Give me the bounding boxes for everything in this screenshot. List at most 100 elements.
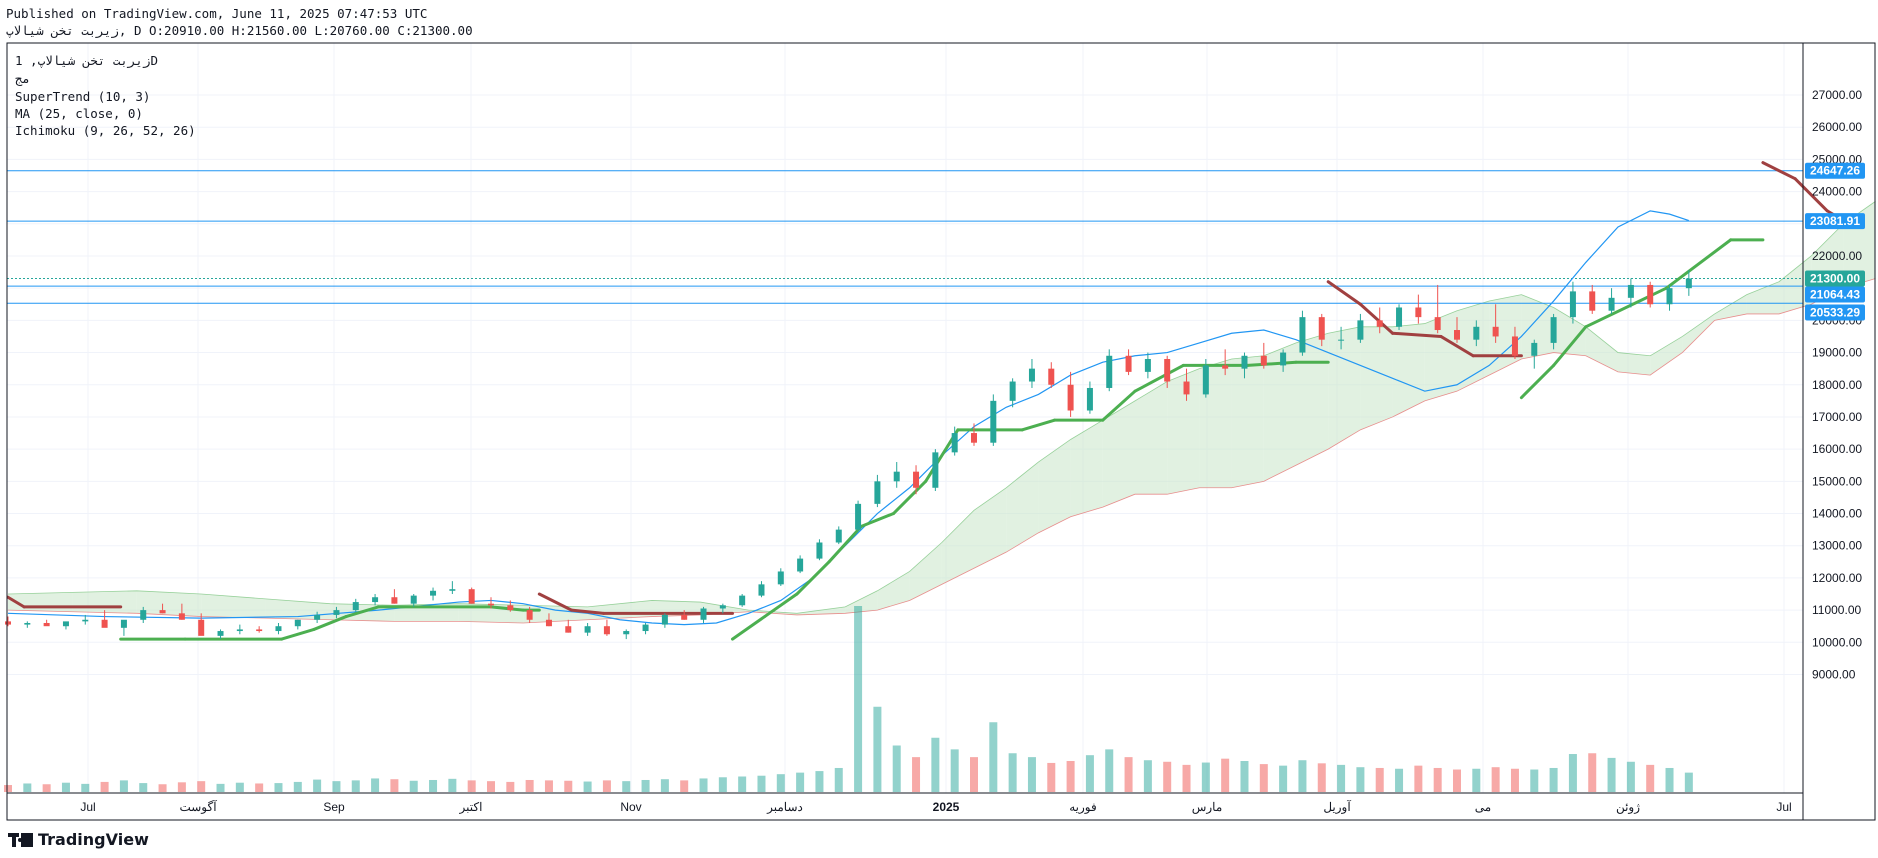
candle: [1125, 349, 1132, 376]
candle: [120, 619, 127, 636]
candle-body: [430, 590, 437, 596]
candle-body: [700, 608, 707, 620]
y-tick-label: 13000.00: [1812, 539, 1862, 553]
candle-body: [1164, 358, 1171, 382]
y-tick-label: 12000.00: [1812, 571, 1862, 585]
candle-body: [449, 589, 456, 591]
legend-supertrend[interactable]: SuperTrend (10, 3): [15, 89, 150, 104]
kumo-segment: [1328, 326, 1361, 450]
candle: [294, 619, 301, 630]
candle-body: [893, 471, 900, 482]
volume-bar: [429, 779, 438, 792]
volume-bar: [583, 781, 592, 792]
candle-body: [855, 503, 862, 530]
y-tick-label: 27000.00: [1812, 88, 1862, 102]
volume-bar: [525, 779, 534, 792]
candle-body: [526, 610, 533, 620]
candle: [603, 619, 610, 636]
legend-ma[interactable]: MA (25, close, 0): [15, 106, 143, 121]
volume-bar: [1337, 764, 1346, 792]
candle-body: [565, 626, 572, 633]
volume-bar: [1588, 753, 1597, 792]
kumo-segment: [1424, 310, 1457, 401]
volume-bar: [544, 780, 553, 792]
price-tag: 21064.43: [1805, 286, 1865, 303]
volume-bar: [1375, 767, 1384, 792]
volume-bar: [197, 781, 206, 792]
candle-body: [372, 597, 379, 603]
volume-bar: [1530, 769, 1539, 792]
volume-bar: [1510, 768, 1519, 792]
candle-body: [1338, 339, 1345, 341]
price-tag-text: 20533.29: [1810, 306, 1860, 320]
candle-body: [1067, 384, 1074, 411]
candle-body: [1357, 320, 1364, 340]
candle-body: [1299, 317, 1306, 353]
ichimoku-cloud: [7, 200, 1876, 624]
candle-body: [739, 595, 746, 606]
candle-body: [352, 602, 359, 611]
volume-bar: [892, 745, 901, 792]
supertrend-segment: [1519, 363, 1556, 400]
candle: [1144, 352, 1151, 379]
kumo-segment: [1360, 326, 1393, 430]
candle-body: [1415, 307, 1422, 318]
candle: [584, 622, 591, 636]
volume-bar: [699, 778, 708, 792]
candle-body: [1009, 381, 1016, 401]
volume-bar: [390, 779, 399, 792]
volume-bar: [255, 783, 264, 792]
volume-bar: [293, 781, 302, 792]
price-tag: 20533.29: [1805, 304, 1865, 321]
volume-bar: [351, 780, 360, 792]
candle-body: [410, 595, 417, 604]
candle-body: [874, 481, 881, 504]
candles: [5, 270, 1692, 640]
volume-bar: [1626, 761, 1635, 792]
candle: [1647, 281, 1654, 308]
candle: [758, 581, 765, 598]
candle-body: [391, 597, 398, 604]
volume-bar: [1085, 755, 1094, 792]
x-tick-label: آگوست: [179, 799, 217, 814]
candle-body: [603, 626, 610, 635]
price-chart[interactable]: Jul آگوست Sep اکتبر Nov دسامبر 2025 فوریه مارس آو…: [0, 0, 1878, 858]
kumo-segment: [974, 487, 1007, 569]
legend-sub: مج: [15, 71, 31, 86]
supertrend-segment: [1584, 286, 1668, 329]
candle-body: [1627, 284, 1634, 298]
kumo-segment: [941, 510, 974, 585]
candle-body: [217, 631, 224, 636]
candle-body: [1318, 317, 1325, 340]
y-tick-label: 11000.00: [1812, 603, 1861, 617]
supertrend-segment: [280, 627, 316, 641]
y-tick-label: 15000.00: [1812, 474, 1862, 488]
volume-bar: [1568, 754, 1577, 792]
price-tag: 21300.00: [1805, 270, 1865, 287]
candle-body: [681, 614, 688, 620]
volume-bar: [1143, 760, 1152, 792]
candle-body: [719, 605, 726, 609]
supertrend-segment: [1326, 280, 1362, 306]
candle: [1531, 339, 1538, 369]
y-tick-label: 24000.00: [1812, 185, 1862, 199]
candle: [430, 587, 437, 601]
volume-bar: [680, 780, 689, 792]
candle-body: [120, 619, 127, 628]
volume-bar: [4, 785, 12, 792]
volume-bar: [970, 757, 978, 792]
volume-bar: [1240, 761, 1249, 792]
x-tick-label: می: [1475, 800, 1491, 814]
x-tick-label: فوریه: [1069, 800, 1097, 814]
kumo-segment: [1231, 355, 1264, 488]
y-tick-label: 18000.00: [1812, 378, 1862, 392]
candle: [932, 449, 939, 491]
candle-body: [1260, 355, 1267, 366]
price-tag-text: 21064.43: [1810, 288, 1860, 302]
candle-body: [623, 631, 630, 635]
volume-bar: [950, 749, 959, 792]
volume-bar: [1453, 769, 1461, 792]
legend-ichimoku[interactable]: Ichimoku (9, 26, 52, 26): [15, 123, 196, 138]
volume-bar: [487, 781, 495, 792]
candle-body: [1569, 291, 1576, 318]
